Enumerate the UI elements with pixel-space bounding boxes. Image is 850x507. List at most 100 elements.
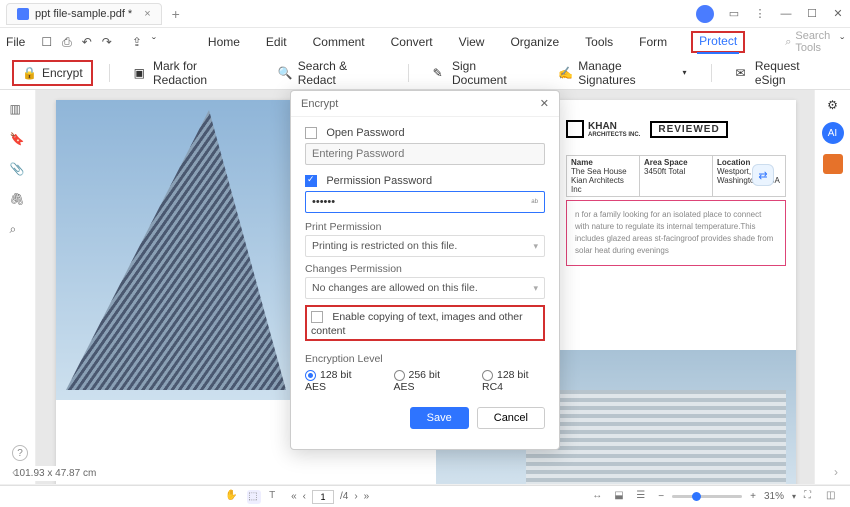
close-window-button[interactable]: ✕	[832, 8, 844, 20]
menu-home[interactable]: Home	[206, 31, 242, 53]
mark-redaction-label: Mark for Redaction	[153, 59, 250, 87]
titlebar: ppt file-sample.pdf * × + ▭ ⋮ — ☐ ✕	[0, 0, 850, 28]
search-redact-button[interactable]: 🔍 Search & Redact	[270, 55, 392, 91]
fit-page-icon[interactable]: ⬓	[614, 490, 628, 504]
file-menu[interactable]: File	[6, 35, 25, 49]
print-icon[interactable]: ⎙	[62, 34, 72, 50]
text-tool-icon[interactable]: T	[269, 490, 283, 504]
print-permission-select[interactable]: Printing is restricted on this file.▾	[305, 235, 545, 257]
layout-icon[interactable]: ◫	[826, 490, 840, 504]
search-redact-icon: 🔍	[278, 66, 292, 80]
encryption-256aes-radio[interactable]: 256 bit AES	[394, 369, 457, 393]
permission-password-checkbox[interactable]	[305, 175, 317, 187]
attachments-icon[interactable]: 📎	[10, 162, 26, 178]
menu-form[interactable]: Form	[637, 31, 669, 53]
share-floating-button[interactable]: ⇄	[752, 164, 774, 186]
menu-convert[interactable]: Convert	[389, 31, 435, 53]
next-page-button[interactable]: ›	[354, 491, 357, 502]
page-input[interactable]	[312, 490, 334, 504]
select-tool-icon[interactable]: ⬚	[247, 490, 261, 504]
reading-mode-icon[interactable]: ☰	[636, 490, 650, 504]
open-password-input	[305, 143, 545, 165]
scroll-right-button[interactable]: ›	[834, 465, 838, 479]
zoom-value: 31%	[764, 491, 784, 502]
help-button[interactable]: ?	[12, 445, 28, 461]
maximize-button[interactable]: ☐	[806, 8, 818, 20]
window-icon[interactable]: ▭	[728, 8, 740, 20]
chevron-down-icon[interactable]: ˇ	[152, 34, 156, 50]
settings-icon[interactable]: ⚙	[827, 98, 838, 112]
search-tools[interactable]: ⌕ Search Tools	[785, 30, 830, 54]
encryption-128aes-radio[interactable]: 128 bit AES	[305, 369, 368, 393]
app-badge[interactable]	[823, 154, 843, 174]
right-sidebar: ⚙ AI	[814, 90, 850, 484]
encrypt-label: Encrypt	[42, 66, 83, 80]
save-button[interactable]: Save	[410, 407, 469, 429]
page-total: /4	[340, 491, 348, 502]
redaction-icon: ▣	[134, 66, 147, 80]
encrypt-dialog: Encrypt ✕ Open Password Permission Passw…	[290, 90, 560, 450]
zoom-slider[interactable]	[672, 495, 742, 498]
thumbnails-icon[interactable]: ▥	[10, 102, 26, 118]
open-icon[interactable]: ☐	[41, 34, 52, 50]
signatures-icon: ✍	[558, 66, 572, 80]
dialog-title: Encrypt	[301, 98, 338, 110]
hand-tool-icon[interactable]: ✋	[225, 490, 239, 504]
dialog-close-button[interactable]: ✕	[540, 97, 549, 110]
scroll-left-button[interactable]: ‹	[12, 465, 16, 479]
brand-logo: KHAN ARCHITECTS INC.	[566, 120, 640, 138]
request-esign-button[interactable]: ✉ Request eSign	[728, 55, 838, 91]
share-icon[interactable]: ⇪	[132, 34, 142, 50]
zoom-out-button[interactable]: −	[658, 491, 664, 502]
manage-signatures-button[interactable]: ✍ Manage Signatures ▾	[550, 55, 694, 91]
search-icon: ⌕	[785, 36, 791, 49]
redo-icon[interactable]: ↷	[102, 34, 112, 50]
close-tab-icon[interactable]: ×	[144, 8, 150, 20]
encryption-128rc4-radio[interactable]: 128 bit RC4	[482, 369, 545, 393]
add-tab-button[interactable]: +	[172, 6, 180, 22]
first-page-button[interactable]: «	[291, 491, 297, 502]
menu-edit[interactable]: Edit	[264, 31, 289, 53]
changes-permission-select[interactable]: No changes are allowed on this file.▾	[305, 277, 545, 299]
cancel-button[interactable]: Cancel	[477, 407, 545, 429]
clip-icon[interactable]: 🖇	[10, 192, 26, 208]
doc-description: n for a family looking for an isolated p…	[566, 200, 786, 266]
fullscreen-icon[interactable]: ⛶	[804, 490, 818, 504]
permission-password-input[interactable]: •••••• ᵃᵇ	[305, 191, 545, 213]
user-avatar[interactable]	[696, 5, 714, 23]
bookmarks-icon[interactable]: 🔖	[10, 132, 26, 148]
zoom-in-button[interactable]: +	[750, 491, 756, 502]
open-password-checkbox[interactable]	[305, 127, 317, 139]
protect-toolbar: 🔒 Encrypt ▣ Mark for Redaction 🔍 Search …	[0, 56, 850, 90]
fit-width-icon[interactable]: ↔	[592, 490, 606, 504]
menu-view[interactable]: View	[457, 31, 487, 53]
enable-copying-checkbox[interactable]	[311, 311, 323, 323]
undo-icon[interactable]: ↶	[82, 34, 92, 50]
search-placeholder: Search Tools	[795, 30, 830, 54]
search-panel-icon[interactable]: ⌕	[10, 222, 26, 238]
encryption-level-label: Encryption Level	[305, 353, 545, 365]
mark-redaction-button[interactable]: ▣ Mark for Redaction	[126, 55, 258, 91]
minimize-button[interactable]: —	[780, 8, 792, 20]
menubar: File ☐ ⎙ ↶ ↷ ⇪ ˇ Home Edit Comment Conve…	[0, 28, 850, 56]
menu-comment[interactable]: Comment	[311, 31, 367, 53]
menu-organize[interactable]: Organize	[508, 31, 561, 53]
ai-badge[interactable]: AI	[822, 122, 844, 144]
prev-page-button[interactable]: ‹	[303, 491, 306, 502]
encrypt-button[interactable]: 🔒 Encrypt	[12, 60, 93, 86]
tab-title: ppt file-sample.pdf *	[35, 8, 132, 20]
brand-name: KHAN	[588, 121, 640, 132]
request-esign-label: Request eSign	[755, 59, 830, 87]
input-icon[interactable]: ᵃᵇ	[531, 197, 538, 207]
chevron-down-icon: ▾	[533, 283, 538, 294]
zoom-dropdown-icon[interactable]: ▾	[792, 492, 796, 501]
open-password-label: Open Password	[326, 127, 404, 139]
page-navigation: « ‹ /4 › »	[291, 490, 369, 504]
menu-tools[interactable]: Tools	[583, 31, 615, 53]
menu-expand-icon[interactable]: ˇ	[840, 34, 844, 50]
last-page-button[interactable]: »	[364, 491, 370, 502]
sign-document-button[interactable]: ✎ Sign Document	[425, 55, 539, 91]
menu-protect[interactable]: Protect	[697, 30, 739, 54]
document-tab[interactable]: ppt file-sample.pdf * ×	[6, 3, 162, 25]
more-icon[interactable]: ⋮	[754, 8, 766, 20]
